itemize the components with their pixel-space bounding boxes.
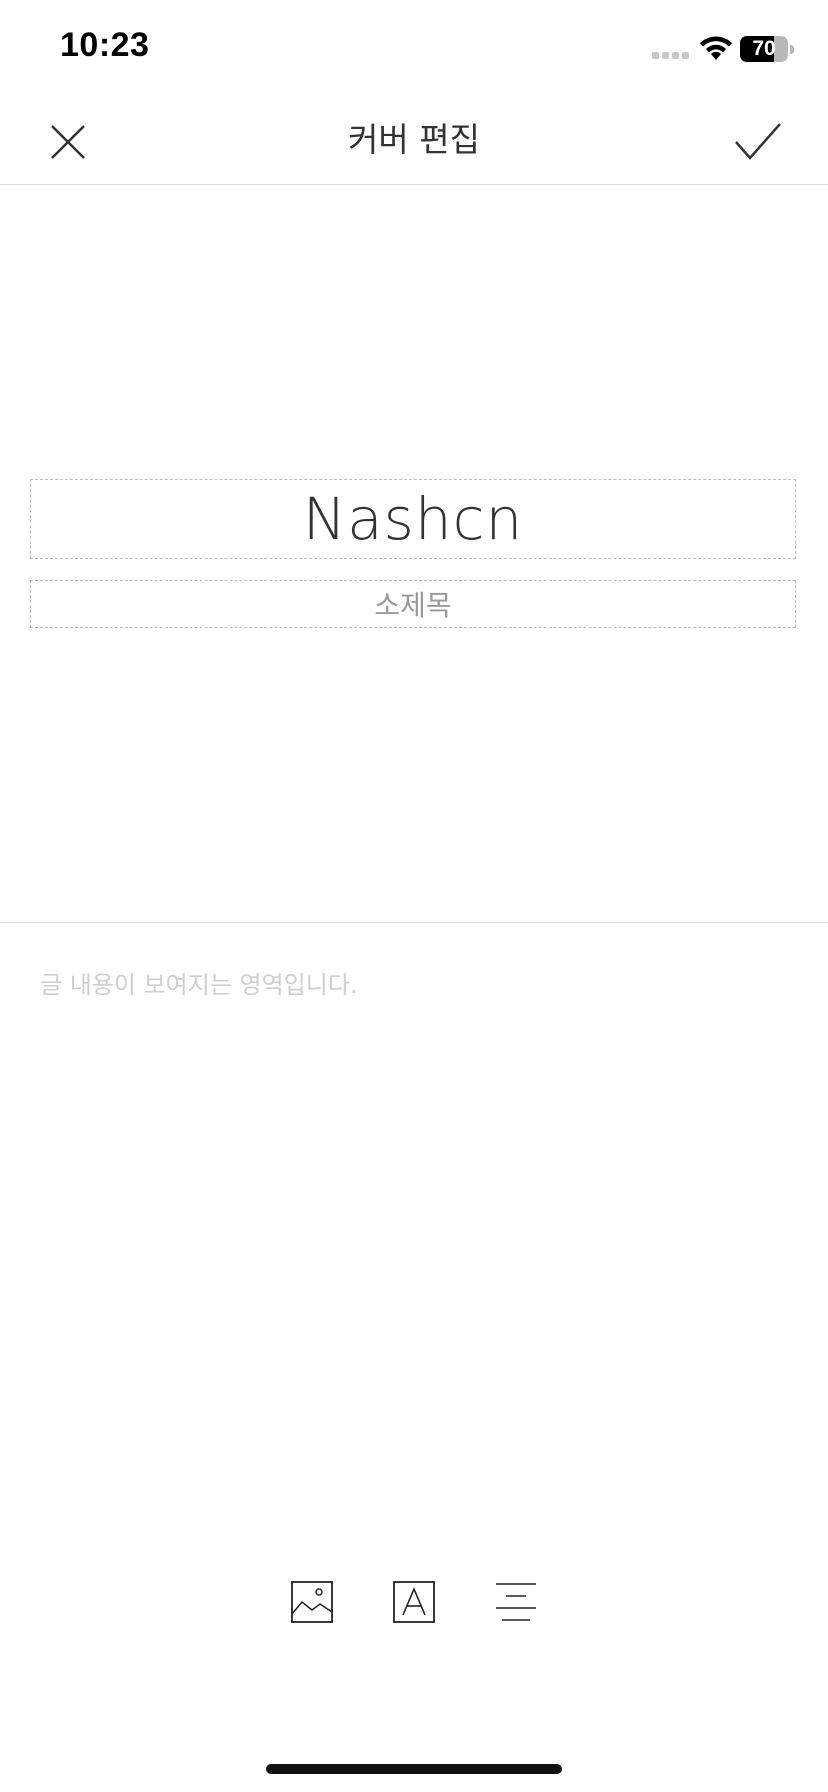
- checkmark-icon: [735, 123, 781, 160]
- insert-image-button[interactable]: [290, 1580, 334, 1624]
- status-bar: 10:23 70: [0, 0, 828, 96]
- text-align-button[interactable]: [494, 1580, 538, 1624]
- page-title: 커버 편집: [348, 120, 480, 159]
- wifi-icon: [700, 36, 732, 60]
- body-content-area[interactable]: 글 내용이 보여지는 영역입니다.: [0, 923, 828, 1523]
- text-style-button[interactable]: [392, 1580, 436, 1624]
- cover-preview: Nashcn 소제목: [0, 185, 828, 923]
- body-placeholder: 글 내용이 보여지는 영역입니다.: [40, 971, 358, 999]
- home-indicator: [266, 1764, 562, 1774]
- cover-subtitle-placeholder: 소제목: [374, 589, 452, 622]
- image-icon: [291, 1581, 333, 1623]
- cover-title-field[interactable]: Nashcn: [30, 479, 796, 559]
- cellular-signal-icon: [652, 52, 689, 59]
- battery-level: 70: [752, 37, 776, 60]
- editor-toolbar: [0, 1580, 828, 1628]
- nav-bar: 커버 편집: [0, 96, 828, 185]
- cover-title-text: Nashcn: [302, 485, 524, 553]
- done-button[interactable]: [732, 118, 784, 166]
- text-style-icon: [393, 1581, 435, 1623]
- align-center-icon: [496, 1583, 536, 1621]
- status-time: 10:23: [60, 26, 150, 64]
- battery-icon: 70: [740, 36, 794, 62]
- cover-subtitle-field[interactable]: 소제목: [30, 580, 796, 628]
